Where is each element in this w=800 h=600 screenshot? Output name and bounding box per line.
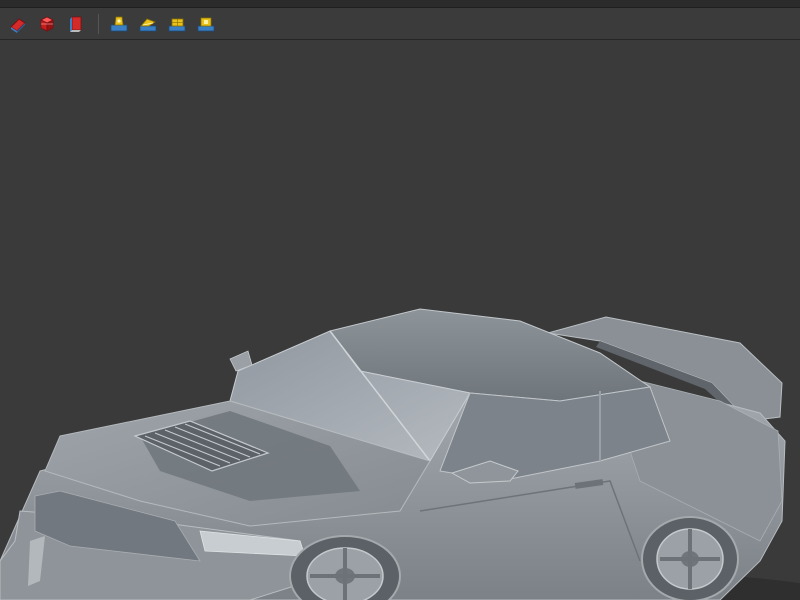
- main-toolbar: [0, 8, 800, 40]
- toolbar-separator: [98, 14, 99, 34]
- red-eraser-icon: [10, 18, 26, 33]
- red-book-button[interactable]: [63, 11, 89, 37]
- yellow-tool-1-icon: [110, 16, 128, 32]
- red-book-icon: [70, 16, 82, 32]
- car-3d-model: [0, 308, 800, 600]
- yellow-tool-4-button[interactable]: [193, 11, 219, 37]
- yellow-tool-4-icon: [197, 17, 215, 32]
- red-box-button[interactable]: [34, 11, 60, 37]
- red-box-icon: [40, 16, 54, 32]
- yellow-tool-3-button[interactable]: [164, 11, 190, 37]
- yellow-tool-2-icon: [139, 18, 157, 32]
- yellow-tool-2-button[interactable]: [135, 11, 161, 37]
- 3d-viewport[interactable]: [0, 41, 800, 600]
- yellow-tool-3-icon: [168, 18, 186, 32]
- title-strip: [0, 0, 800, 8]
- yellow-tool-1-button[interactable]: [106, 11, 132, 37]
- red-eraser-button[interactable]: [5, 11, 31, 37]
- rear-wheel: [641, 516, 739, 600]
